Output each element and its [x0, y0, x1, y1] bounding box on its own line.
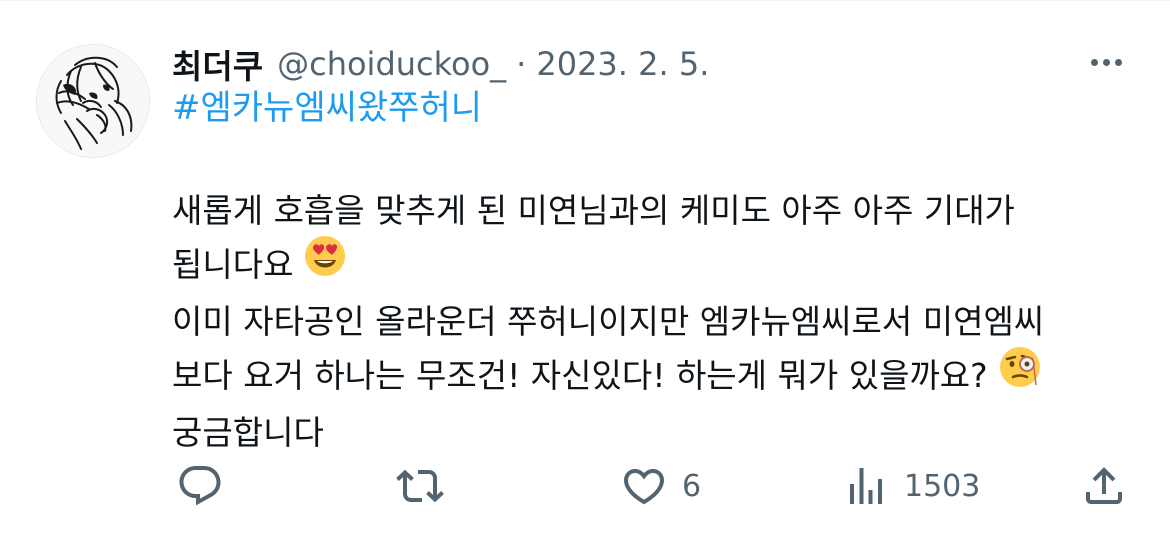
tweet-date[interactable]: 2023. 2. 5. [536, 45, 709, 83]
heart-icon [623, 469, 665, 505]
tweet-line-text: 이미 자타공인 올라운더 쭈허니이지만 엠카뉴엠씨로서 미연엠씨 [172, 302, 1045, 341]
more-dot [1114, 58, 1122, 66]
share-icon [1086, 467, 1122, 504]
analytics-icon [850, 468, 882, 504]
tweet-line: 됩니다요 [172, 234, 1147, 296]
tweet-line-text: 궁금합니다 [172, 413, 324, 452]
display-name[interactable]: 최더쿠 [172, 40, 263, 88]
like-button[interactable]: 6 [620, 456, 701, 516]
tweet-header: 최더쿠 @choiduckoo_ · 2023. 2. 5. [172, 40, 709, 88]
separator-dot: · [516, 45, 527, 83]
tweet-line: 궁금합니다 [172, 407, 1147, 459]
avatar[interactable] [36, 44, 150, 158]
share-button[interactable] [1080, 456, 1128, 516]
heart-eyes-emoji [303, 234, 347, 293]
tweet-line: 새롭게 호흡을 맞추게 된 미연님과의 케미도 아주 아주 기대가 [172, 185, 1147, 237]
hashtag-link[interactable]: #엠카뉴엠씨왔쭈허니 [172, 84, 482, 132]
tweet-text: 새롭게 호흡을 맞추게 된 미연님과의 케미도 아주 아주 기대가 됩니다요 이… [172, 185, 1147, 459]
more-options-icon[interactable] [1082, 48, 1130, 76]
views-count: 1503 [904, 468, 981, 504]
more-dot [1102, 58, 1110, 66]
tweet-line: 이미 자타공인 올라운더 쭈허니이지만 엠카뉴엠씨로서 미연엠씨 [172, 296, 1147, 348]
tweet-line-text: 새롭게 호흡을 맞추게 된 미연님과의 케미도 아주 아주 기대가 [172, 191, 1015, 230]
more-dot [1090, 58, 1098, 66]
retweet-button[interactable] [396, 456, 444, 516]
tweet-line: 보다 요거 하나는 무조건! 자신있다! 하는게 뭐가 있을까요? [172, 345, 1147, 407]
monocle-face-emoji [998, 345, 1042, 404]
tweet-actions-bar: 6 1503 [0, 456, 1170, 516]
like-count: 6 [682, 468, 702, 504]
tweet-line-text: 됩니다요 [172, 245, 294, 284]
avatar-drawing [37, 45, 149, 157]
views-button[interactable]: 1503 [842, 456, 980, 516]
retweet-icon [396, 469, 444, 503]
user-handle[interactable]: @choiduckoo_ [277, 45, 506, 83]
tweet-line-text: 보다 요거 하나는 무조건! 자신있다! 하는게 뭐가 있을까요? [172, 356, 988, 395]
reply-icon [179, 466, 221, 506]
top-divider [0, 0, 1170, 1]
reply-button[interactable] [176, 456, 224, 516]
